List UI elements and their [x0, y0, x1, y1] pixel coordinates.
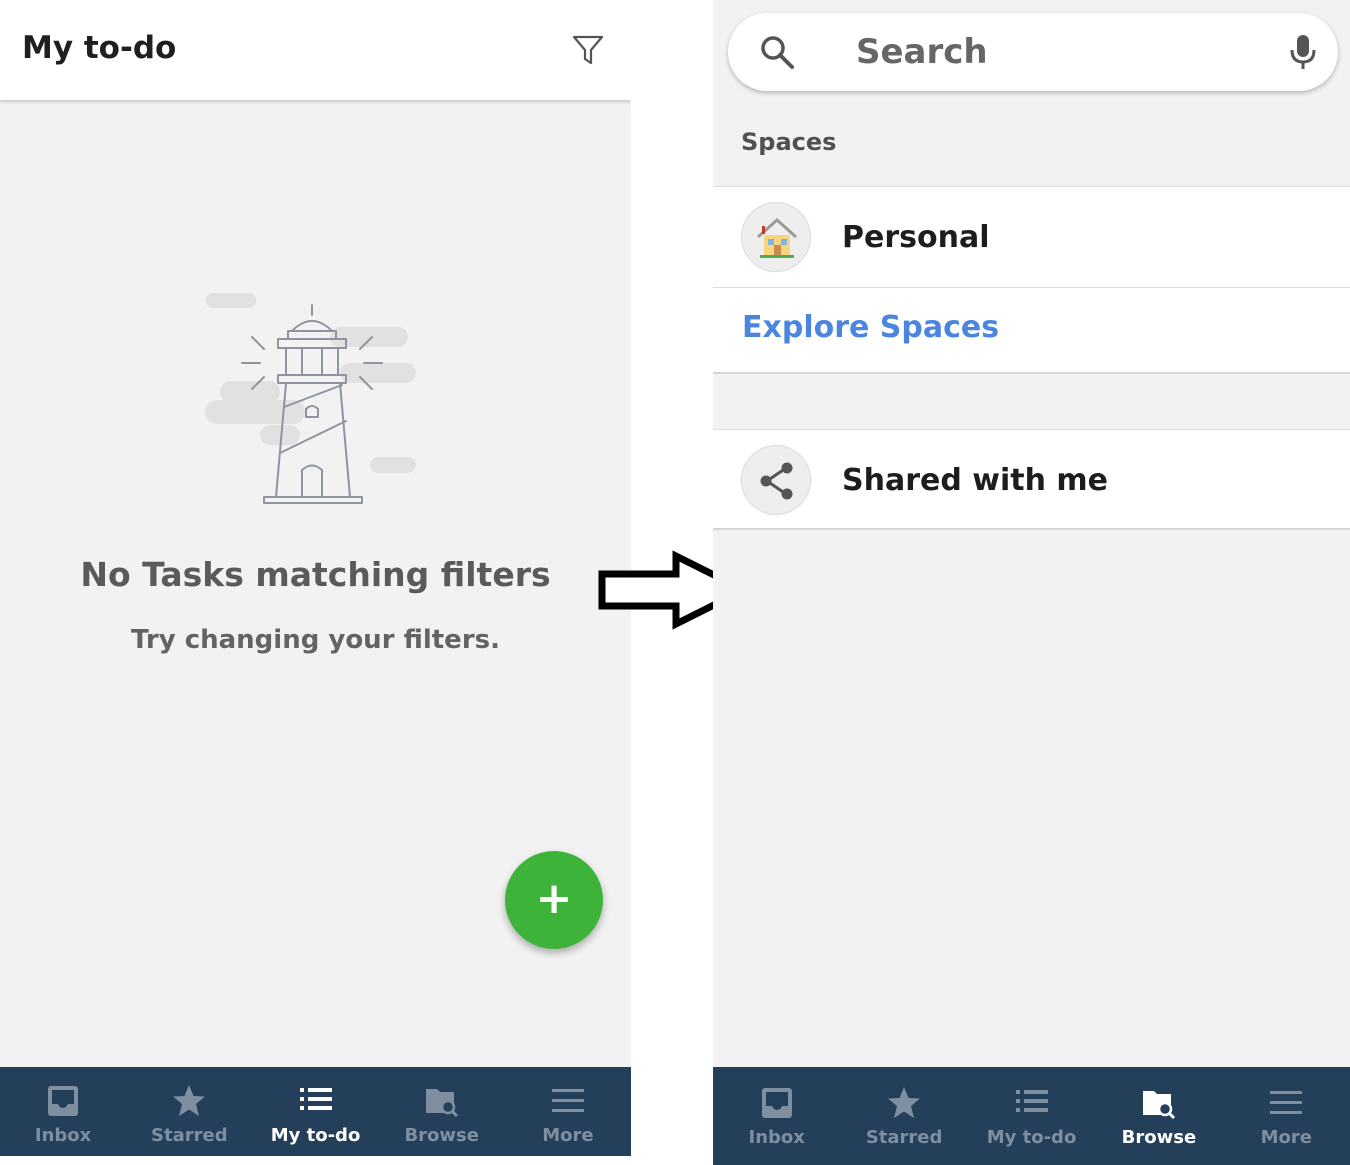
nav-item-browse[interactable]: Browse [379, 1067, 505, 1156]
shared-with-me-row[interactable]: Shared with me [713, 429, 1350, 530]
nav-item-browse[interactable]: Browse [1095, 1067, 1222, 1165]
nav-item-more[interactable]: More [505, 1067, 631, 1156]
empty-state-subtitle: Try changing your filters. [131, 625, 500, 655]
mic-icon[interactable] [1288, 33, 1318, 71]
nav-label: Inbox [748, 1127, 805, 1148]
star-icon [888, 1087, 921, 1118]
bottom-nav: Inbox Starred My to-do Browse More [0, 1067, 631, 1156]
search-icon[interactable] [758, 33, 796, 71]
nav-label: Inbox [34, 1125, 92, 1146]
browse-icon [425, 1089, 458, 1118]
nav-label: My to-do [986, 1127, 1077, 1148]
filter-icon[interactable] [570, 32, 606, 68]
avatar [741, 445, 811, 515]
nav-label: Browse [1121, 1127, 1197, 1148]
nav-label: Browse [404, 1125, 479, 1146]
nav-item-more[interactable]: More [1223, 1067, 1350, 1165]
shared-label: Shared with me [842, 463, 1109, 498]
nav-item-my-todo[interactable]: My to-do [252, 1067, 378, 1156]
my-todo-screen: My to-do No Tasks matching filters Try c… [0, 0, 631, 1156]
spaces-header: Spaces [741, 128, 837, 156]
menu-icon [551, 1089, 584, 1112]
explore-spaces-row[interactable]: Explore Spaces [713, 288, 1350, 374]
nav-item-starred[interactable]: Starred [126, 1067, 252, 1156]
star-icon [173, 1085, 206, 1116]
search-bar[interactable] [728, 13, 1338, 91]
add-task-button[interactable]: + [505, 851, 603, 949]
search-input[interactable] [856, 30, 1246, 74]
nav-item-starred[interactable]: Starred [840, 1067, 967, 1165]
menu-icon [1270, 1091, 1303, 1114]
nav-label: Starred [865, 1127, 943, 1148]
browse-icon [1142, 1091, 1175, 1120]
inbox-icon [761, 1088, 792, 1118]
list-icon [1015, 1090, 1048, 1112]
nav-item-inbox[interactable]: Inbox [0, 1067, 126, 1156]
avatar [741, 202, 811, 272]
nav-label: More [1260, 1127, 1313, 1148]
list-icon [299, 1088, 332, 1110]
house-icon [756, 217, 798, 258]
explore-spaces-link[interactable]: Explore Spaces [742, 310, 999, 345]
browse-screen: Spaces Personal Explore Spaces Shared wi… [713, 0, 1350, 1165]
share-icon [760, 462, 793, 500]
page-title: My to-do [22, 30, 177, 66]
lighthouse-illustration [205, 293, 416, 504]
nav-label: More [542, 1125, 594, 1146]
empty-state-title: No Tasks matching filters [80, 555, 551, 594]
nav-item-my-todo[interactable]: My to-do [968, 1067, 1095, 1165]
nav-label: Starred [151, 1125, 228, 1146]
nav-label: My to-do [270, 1125, 361, 1146]
inbox-icon [48, 1086, 79, 1116]
space-item-personal[interactable]: Personal [713, 186, 1350, 288]
app-bar: My to-do [0, 0, 631, 100]
bottom-nav: Inbox Starred My to-do Browse More [713, 1067, 1350, 1165]
nav-item-inbox[interactable]: Inbox [713, 1067, 840, 1165]
space-label: Personal [842, 220, 990, 255]
